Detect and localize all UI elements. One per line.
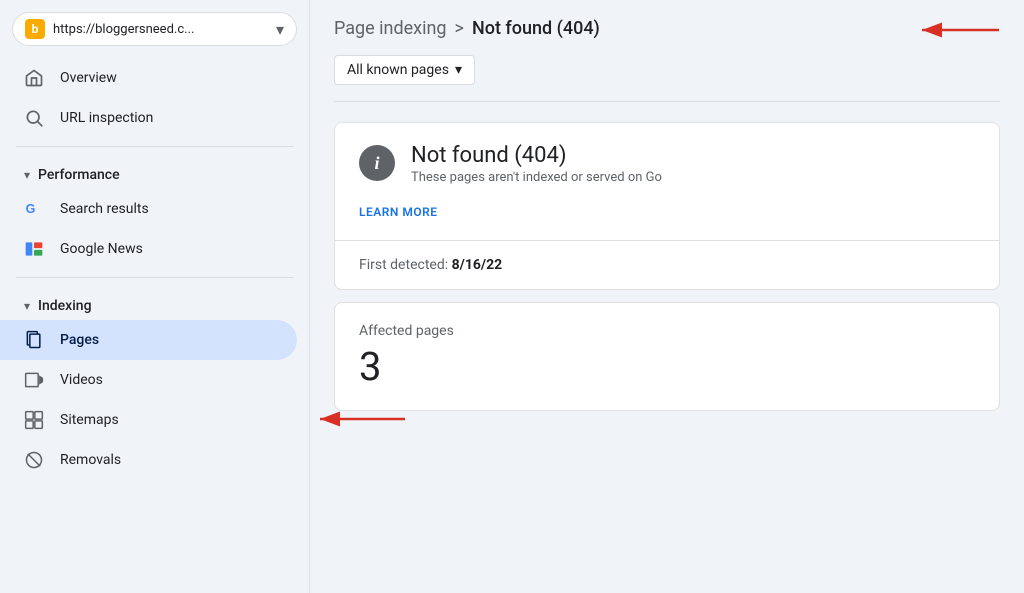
breadcrumb-parent: Page indexing	[334, 18, 447, 39]
performance-section-header[interactable]: ▾ Performance	[0, 155, 309, 189]
sidebar-item-removals[interactable]: Removals	[0, 440, 297, 480]
pages-icon	[24, 330, 44, 350]
affected-label: Affected pages	[359, 323, 975, 339]
detected-label: First detected:	[359, 257, 448, 273]
sidebar-nav: Overview URL inspection ▾ Performance G	[0, 54, 309, 484]
first-detected-row: First detected: 8/16/22	[335, 241, 999, 289]
url-dropdown-icon[interactable]: ▾	[276, 20, 284, 39]
search-icon	[24, 108, 44, 128]
status-text-block: Not found (404) These pages aren't index…	[411, 143, 662, 185]
filter-bar: All known pages ▾	[310, 39, 1024, 101]
performance-chevron: ▾	[24, 168, 30, 182]
detected-value: 8/16/22	[452, 257, 503, 273]
sitemaps-icon	[24, 410, 44, 430]
filter-dropdown-icon: ▾	[455, 62, 462, 78]
sidebar-item-pages[interactable]: Pages	[0, 320, 297, 360]
home-icon	[24, 68, 44, 88]
main-content: Page indexing > Not found (404) All know…	[310, 0, 1024, 593]
indexing-chevron: ▾	[24, 299, 30, 313]
filter-label: All known pages	[347, 62, 449, 78]
videos-icon	[24, 370, 44, 390]
status-header: i Not found (404) These pages aren't ind…	[359, 143, 975, 185]
arrow-indicator	[914, 16, 1004, 48]
google-icon: G	[24, 199, 44, 219]
affected-pages-card: Affected pages 3	[334, 302, 1000, 411]
sidebar-item-google-news-label: Google News	[60, 241, 143, 257]
breadcrumb-current: Not found (404)	[472, 18, 600, 39]
sidebar-item-removals-label: Removals	[60, 452, 121, 468]
url-text: https://bloggersneed.c...	[53, 22, 272, 37]
info-icon: i	[374, 153, 379, 174]
status-icon-circle: i	[359, 145, 395, 181]
performance-section-label: Performance	[38, 167, 120, 183]
content-area: i Not found (404) These pages aren't ind…	[310, 102, 1024, 431]
sidebar-item-videos-label: Videos	[60, 372, 103, 388]
breadcrumb: Page indexing > Not found (404)	[334, 18, 600, 39]
indexing-section-header[interactable]: ▾ Indexing	[0, 286, 309, 320]
status-card-inner: i Not found (404) These pages aren't ind…	[335, 123, 999, 240]
google-news-icon	[24, 239, 44, 259]
sidebar: b https://bloggersneed.c... ▾ Overview	[0, 0, 310, 593]
sidebar-item-pages-label: Pages	[60, 332, 99, 348]
sidebar-item-url-inspection-label: URL inspection	[60, 110, 153, 126]
sidebar-item-videos[interactable]: Videos	[0, 360, 297, 400]
sidebar-item-sitemaps[interactable]: Sitemaps	[0, 400, 297, 440]
learn-more-button[interactable]: LEARN MORE	[359, 197, 438, 219]
sidebar-item-search-results[interactable]: G Search results	[0, 189, 297, 229]
sidebar-item-url-inspection[interactable]: URL inspection	[0, 98, 297, 138]
status-card: i Not found (404) These pages aren't ind…	[334, 122, 1000, 290]
site-favicon: b	[25, 19, 45, 39]
sidebar-item-overview-label: Overview	[60, 70, 117, 86]
red-arrow-icon	[914, 16, 1004, 44]
removals-icon	[24, 450, 44, 470]
breadcrumb-separator: >	[455, 18, 464, 39]
affected-card-inner: Affected pages 3	[335, 303, 999, 410]
nav-divider-2	[16, 277, 293, 278]
url-bar[interactable]: b https://bloggersneed.c... ▾	[12, 12, 297, 46]
sidebar-item-search-results-label: Search results	[60, 201, 149, 217]
svg-text:G: G	[26, 202, 36, 216]
nav-divider-1	[16, 146, 293, 147]
sidebar-item-sitemaps-label: Sitemaps	[60, 412, 119, 428]
sidebar-item-overview[interactable]: Overview	[0, 58, 297, 98]
filter-dropdown[interactable]: All known pages ▾	[334, 55, 475, 85]
indexing-section-label: Indexing	[38, 298, 91, 314]
status-description: These pages aren't indexed or served on …	[411, 170, 662, 185]
status-title: Not found (404)	[411, 143, 662, 168]
affected-count: 3	[359, 343, 975, 390]
sidebar-item-google-news[interactable]: Google News	[0, 229, 297, 269]
page-header: Page indexing > Not found (404)	[310, 0, 1024, 39]
